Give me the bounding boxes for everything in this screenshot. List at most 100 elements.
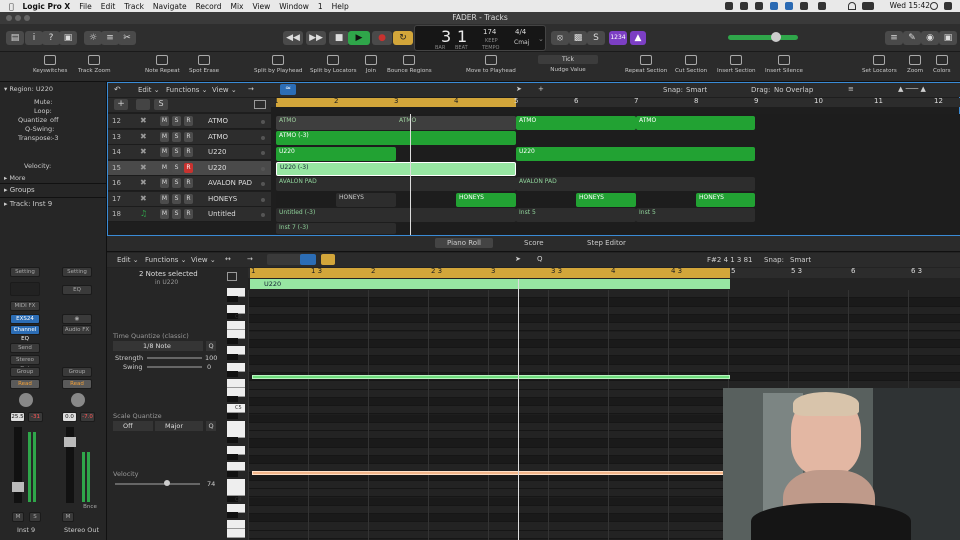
mixer-icon[interactable]: ≡ [101, 31, 119, 45]
solo-button[interactable]: S [29, 512, 41, 522]
note-repeat-button[interactable]: Note Repeat [145, 55, 180, 74]
region-honeys[interactable]: HONEYS [456, 193, 516, 207]
midi-fx-slot[interactable]: MIDI FX [10, 301, 40, 311]
mute-button[interactable]: M [12, 512, 24, 522]
pointer-tool-icon[interactable]: ➤ [516, 85, 522, 93]
region-u220[interactable]: U220 [276, 147, 396, 161]
tab-score[interactable]: Score [524, 239, 544, 247]
menu-track[interactable]: Track [124, 2, 144, 11]
waveform-zoom-icon[interactable]: ≡ [848, 85, 854, 93]
group-slot[interactable]: Group [62, 367, 92, 377]
list-icon[interactable] [227, 272, 237, 281]
pencil-tool-icon[interactable]: + [538, 85, 544, 93]
send-slot[interactable]: Send [10, 343, 40, 353]
set-locators-button[interactable]: Set Locators [862, 55, 897, 74]
status-icon[interactable] [770, 2, 778, 10]
cycle-icon[interactable]: ↻ [393, 31, 413, 45]
repeat-section-button[interactable]: Repeat Section [625, 55, 667, 74]
low-latency-icon[interactable]: ⦻ [551, 31, 569, 45]
editors-icon[interactable]: ✂ [118, 31, 136, 45]
record-enable-button[interactable]: R [184, 162, 193, 173]
mute-button[interactable]: M [160, 178, 169, 188]
fader-cap[interactable] [64, 437, 76, 447]
snap-value[interactable]: Smart [790, 256, 811, 264]
rewind-icon[interactable]: ◀◀ [283, 31, 303, 45]
edit-menu[interactable]: Edit ⌄ [138, 86, 160, 94]
region-atmo[interactable]: ATMO [516, 116, 636, 130]
quantize-value[interactable]: off [50, 116, 58, 124]
add-track-icon[interactable]: + [114, 99, 128, 110]
pointer-tool-icon[interactable]: ➤ [515, 255, 521, 263]
track-header[interactable]: 12 ✖ M S R ATMO [108, 114, 271, 129]
collapse-icon[interactable] [300, 254, 316, 265]
edit-menu[interactable]: Edit ⌄ [117, 256, 139, 264]
piano-key-white[interactable] [227, 528, 245, 538]
piano-key-black[interactable] [227, 454, 238, 460]
track-disclosure[interactable]: ▸ Track: Inst 9 [4, 200, 52, 208]
record-enable-button[interactable]: R [184, 147, 193, 157]
split-by-locators-button[interactable]: Split by Locators [310, 55, 357, 74]
quantize-tool-icon[interactable]: Q [537, 255, 543, 263]
list-editors-icon[interactable]: ≡ [885, 31, 903, 45]
track-header[interactable]: 14 ✖ M S R U220 [108, 145, 271, 160]
more-disclosure[interactable]: ▸ More [4, 174, 25, 182]
region-untitled-3[interactable]: Untitled (-3) [276, 208, 516, 222]
browser-icon[interactable]: ▣ [939, 31, 957, 45]
output-slot[interactable]: Stereo Out [10, 355, 40, 372]
piano-key-black[interactable] [227, 337, 238, 344]
smart-controls-icon[interactable]: ☼ [84, 31, 102, 45]
quick-help-icon[interactable]: ? [42, 31, 60, 45]
insert-silence-button[interactable]: Insert Silence [765, 55, 803, 74]
piano-keyboard[interactable]: C6 C5 C4 [107, 288, 248, 540]
instrument-slot[interactable]: EXS24 [10, 314, 40, 324]
mute-button[interactable]: M [160, 209, 169, 219]
region-avalon-pad[interactable]: AVALON PAD [516, 177, 755, 191]
bounce-regions-button[interactable]: Bounce Regions [387, 55, 432, 74]
audio-fx-slot[interactable]: Audio FX [62, 325, 92, 335]
transpose-value[interactable]: -3 [52, 134, 58, 142]
menu-list-icon[interactable] [944, 2, 952, 10]
region-honeys[interactable]: HONEYS [576, 193, 636, 207]
record-enable-button[interactable]: R [184, 116, 193, 126]
master-volume-slider[interactable] [728, 35, 798, 40]
notepad-icon[interactable]: ✎ [903, 31, 921, 45]
track-number[interactable]: 14 [112, 148, 121, 156]
region-lanes[interactable]: ATMO ATMO ATMO ATMO ATMO (-3) U220 U220 … [276, 114, 960, 235]
balance-knob[interactable] [71, 393, 85, 407]
record-enable-button[interactable]: R [184, 209, 193, 219]
piano-key-black[interactable] [227, 395, 238, 402]
pan-knob[interactable] [19, 393, 33, 407]
region-inst5[interactable]: Inst 5 [636, 208, 755, 222]
groups-disclosure[interactable]: ▸ Groups [4, 186, 35, 194]
status-icon[interactable] [725, 2, 733, 10]
functions-menu[interactable]: Functions ⌄ [166, 86, 208, 94]
menu-1[interactable]: 1 [318, 2, 323, 11]
track-header[interactable]: 18 ♫ M S R Untitled [108, 207, 271, 222]
spot-erase-button[interactable]: Spot Erase [189, 55, 219, 74]
region-u220-selected[interactable]: U220 (-3) [276, 162, 516, 176]
wifi-icon[interactable] [848, 2, 856, 10]
region-header-u220[interactable]: U220 [250, 279, 730, 289]
menu-help[interactable]: Help [332, 2, 349, 11]
playhead[interactable] [410, 114, 411, 235]
track-header[interactable]: 16 ✖ M S R AVALON PAD [108, 176, 271, 191]
record-icon[interactable]: ● [372, 31, 392, 45]
piano-key-black[interactable] [227, 371, 238, 377]
inspector-icon[interactable]: i [25, 31, 43, 45]
midi-note[interactable] [252, 375, 730, 379]
track-header[interactable]: 13 ✖ M S R ATMO [108, 129, 271, 145]
region-u220[interactable]: U220 [516, 147, 755, 161]
volume-icon[interactable] [818, 2, 826, 10]
insert-section-button[interactable]: Insert Section [717, 55, 756, 74]
play-icon[interactable]: ▶ [348, 31, 370, 45]
mute-button[interactable]: M [160, 116, 169, 126]
drag-value[interactable]: No Overlap [774, 86, 813, 94]
tab-step-editor[interactable]: Step Editor [587, 239, 626, 247]
piano-key-black[interactable] [227, 512, 238, 519]
automation-read[interactable]: Read [10, 379, 40, 389]
link-editor-icon[interactable] [321, 254, 335, 265]
record-enable-button[interactable]: R [184, 178, 193, 188]
loop-browser-icon[interactable]: ◉ [921, 31, 939, 45]
solo-button[interactable]: S [172, 209, 181, 219]
region-header[interactable]: ▾ Region: U220 [4, 85, 53, 93]
